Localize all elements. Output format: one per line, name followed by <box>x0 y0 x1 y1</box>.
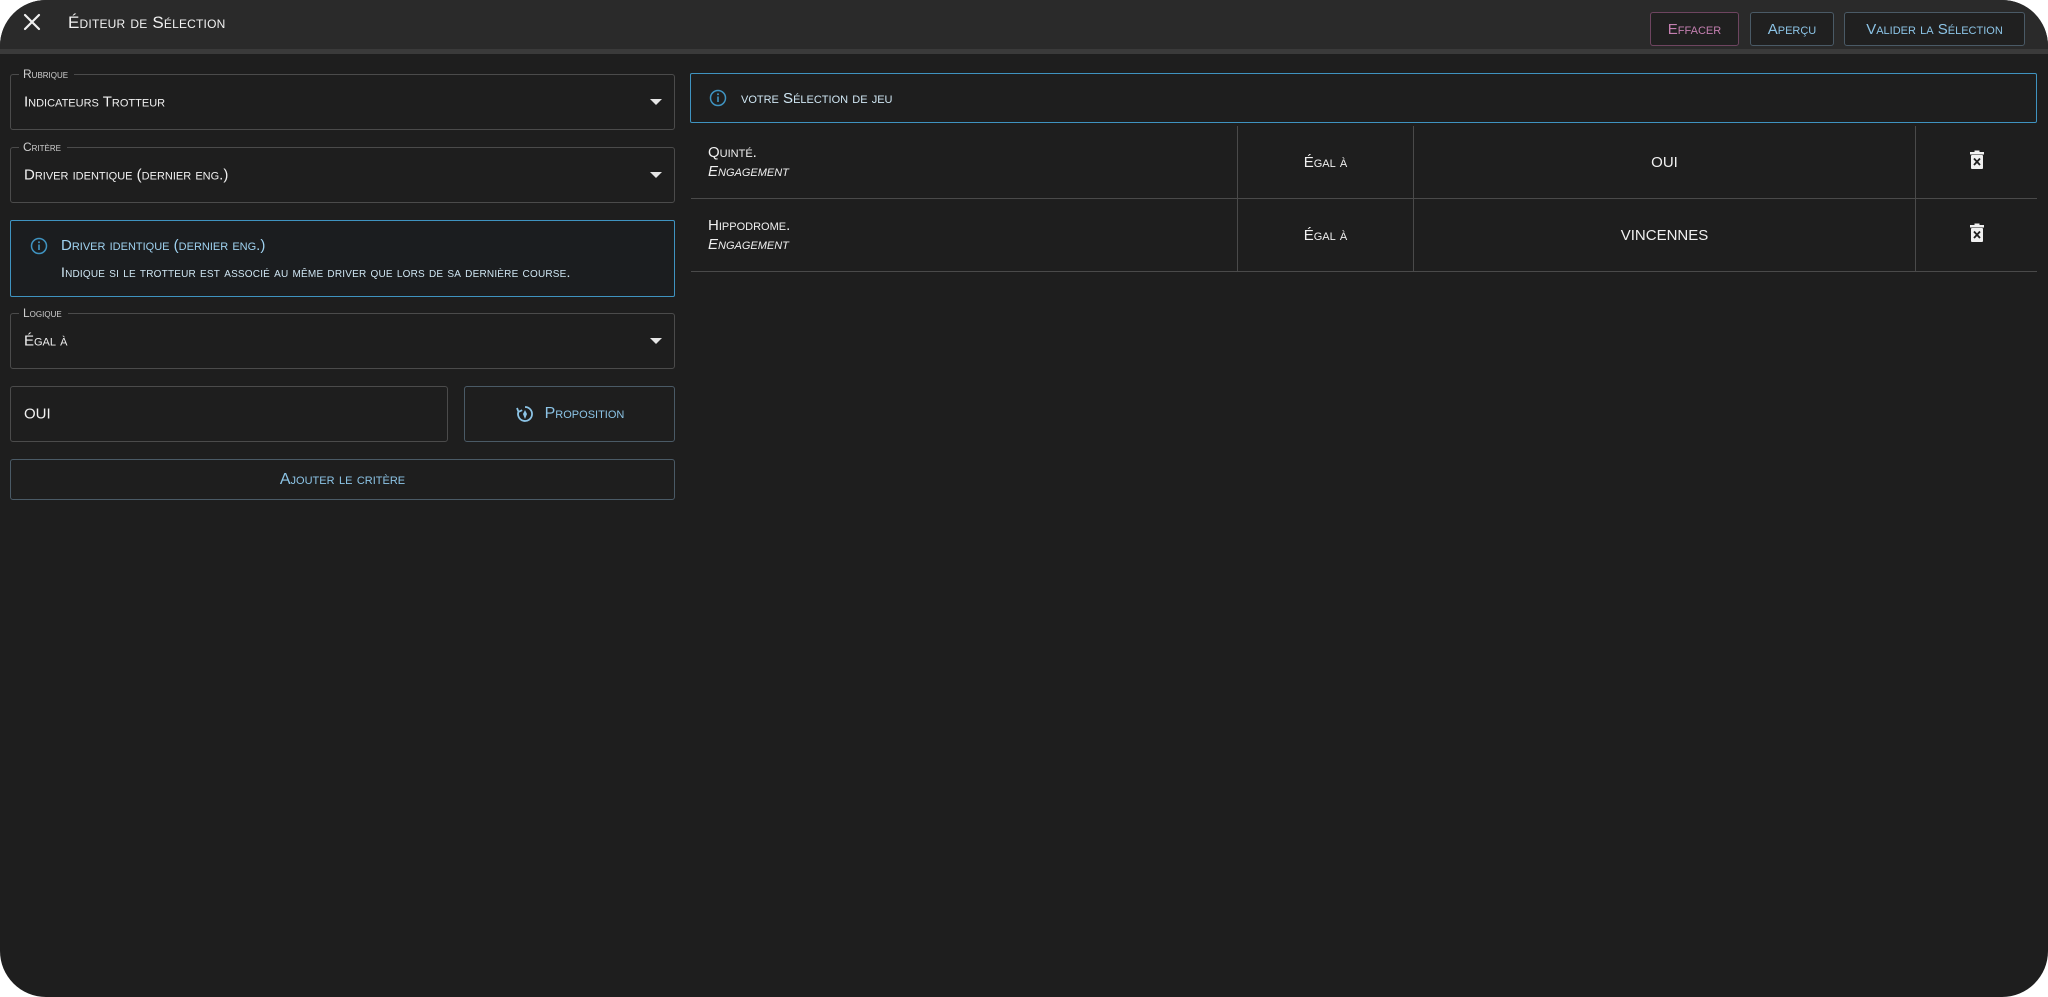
rubrique-select[interactable]: Rubrique Indicateurs Trotteur <box>10 67 675 130</box>
row-criterion: Hippodrome. Engagement <box>691 198 1238 272</box>
row-actions <box>1915 198 2037 272</box>
preview-button[interactable]: Aperçu <box>1750 12 1834 46</box>
row-value: OUI <box>1413 126 1916 199</box>
critere-select[interactable]: Critère Driver identique (dernier eng.) <box>10 140 675 203</box>
selection-table: Quinté. Engagement Égal à OUI Hippodrome… <box>691 126 2037 272</box>
critere-label: Critère <box>19 140 68 154</box>
selection-title: votre Sélection de jeu <box>741 90 893 107</box>
validate-selection-button[interactable]: Valider la Sélection <box>1844 12 2025 46</box>
selection-editor-window: Éditeur de Sélection Effacer Aperçu Vali… <box>0 0 2048 997</box>
rubrique-label: Rubrique <box>19 67 75 81</box>
table-row: Hippodrome. Engagement Égal à VINCENNES <box>691 198 2037 272</box>
row-value: VINCENNES <box>1413 198 1916 272</box>
table-row: Quinté. Engagement Égal à OUI <box>691 126 2037 199</box>
row-category: Engagement <box>708 163 789 180</box>
rubrique-value: Indicateurs Trotteur <box>24 93 166 111</box>
row-name: Quinté. <box>708 144 757 161</box>
critere-value: Driver identique (dernier eng.) <box>24 166 229 184</box>
info-title: Driver identique (dernier eng.) <box>61 237 266 254</box>
logique-label: Logique <box>19 306 68 320</box>
value-input-text: OUI <box>24 405 51 423</box>
row-actions <box>1915 126 2037 199</box>
criterion-info-box: Driver identique (dernier eng.) Indique … <box>10 220 675 297</box>
logique-select[interactable]: Logique Égal à <box>10 306 675 369</box>
caret-down-icon <box>650 338 662 344</box>
caret-down-icon <box>650 99 662 105</box>
logique-value: Égal à <box>24 332 68 350</box>
top-bar: Éditeur de Sélection Effacer Aperçu Vali… <box>0 0 2048 54</box>
info-icon <box>709 89 727 107</box>
proposition-icon <box>515 406 533 422</box>
row-operator: Égal à <box>1237 126 1414 199</box>
trash-icon[interactable] <box>1969 150 1985 170</box>
proposition-button[interactable]: Proposition <box>464 386 675 442</box>
clear-button[interactable]: Effacer <box>1650 12 1739 46</box>
row-category: Engagement <box>708 236 789 253</box>
trash-icon[interactable] <box>1969 223 1985 243</box>
page-title: Éditeur de Sélection <box>68 13 226 32</box>
info-icon <box>30 237 48 255</box>
selection-header: votre Sélection de jeu <box>690 73 2037 123</box>
info-description: Indique si le trotteur est associé au mê… <box>61 264 571 280</box>
caret-down-icon <box>650 172 662 178</box>
add-criterion-button[interactable]: Ajouter le critère <box>10 459 675 500</box>
proposition-label: Proposition <box>544 405 625 422</box>
row-criterion: Quinté. Engagement <box>691 126 1238 199</box>
row-name: Hippodrome. <box>708 217 791 234</box>
close-icon[interactable] <box>19 9 45 35</box>
value-input[interactable]: OUI <box>10 386 448 442</box>
row-operator: Égal à <box>1237 198 1414 272</box>
